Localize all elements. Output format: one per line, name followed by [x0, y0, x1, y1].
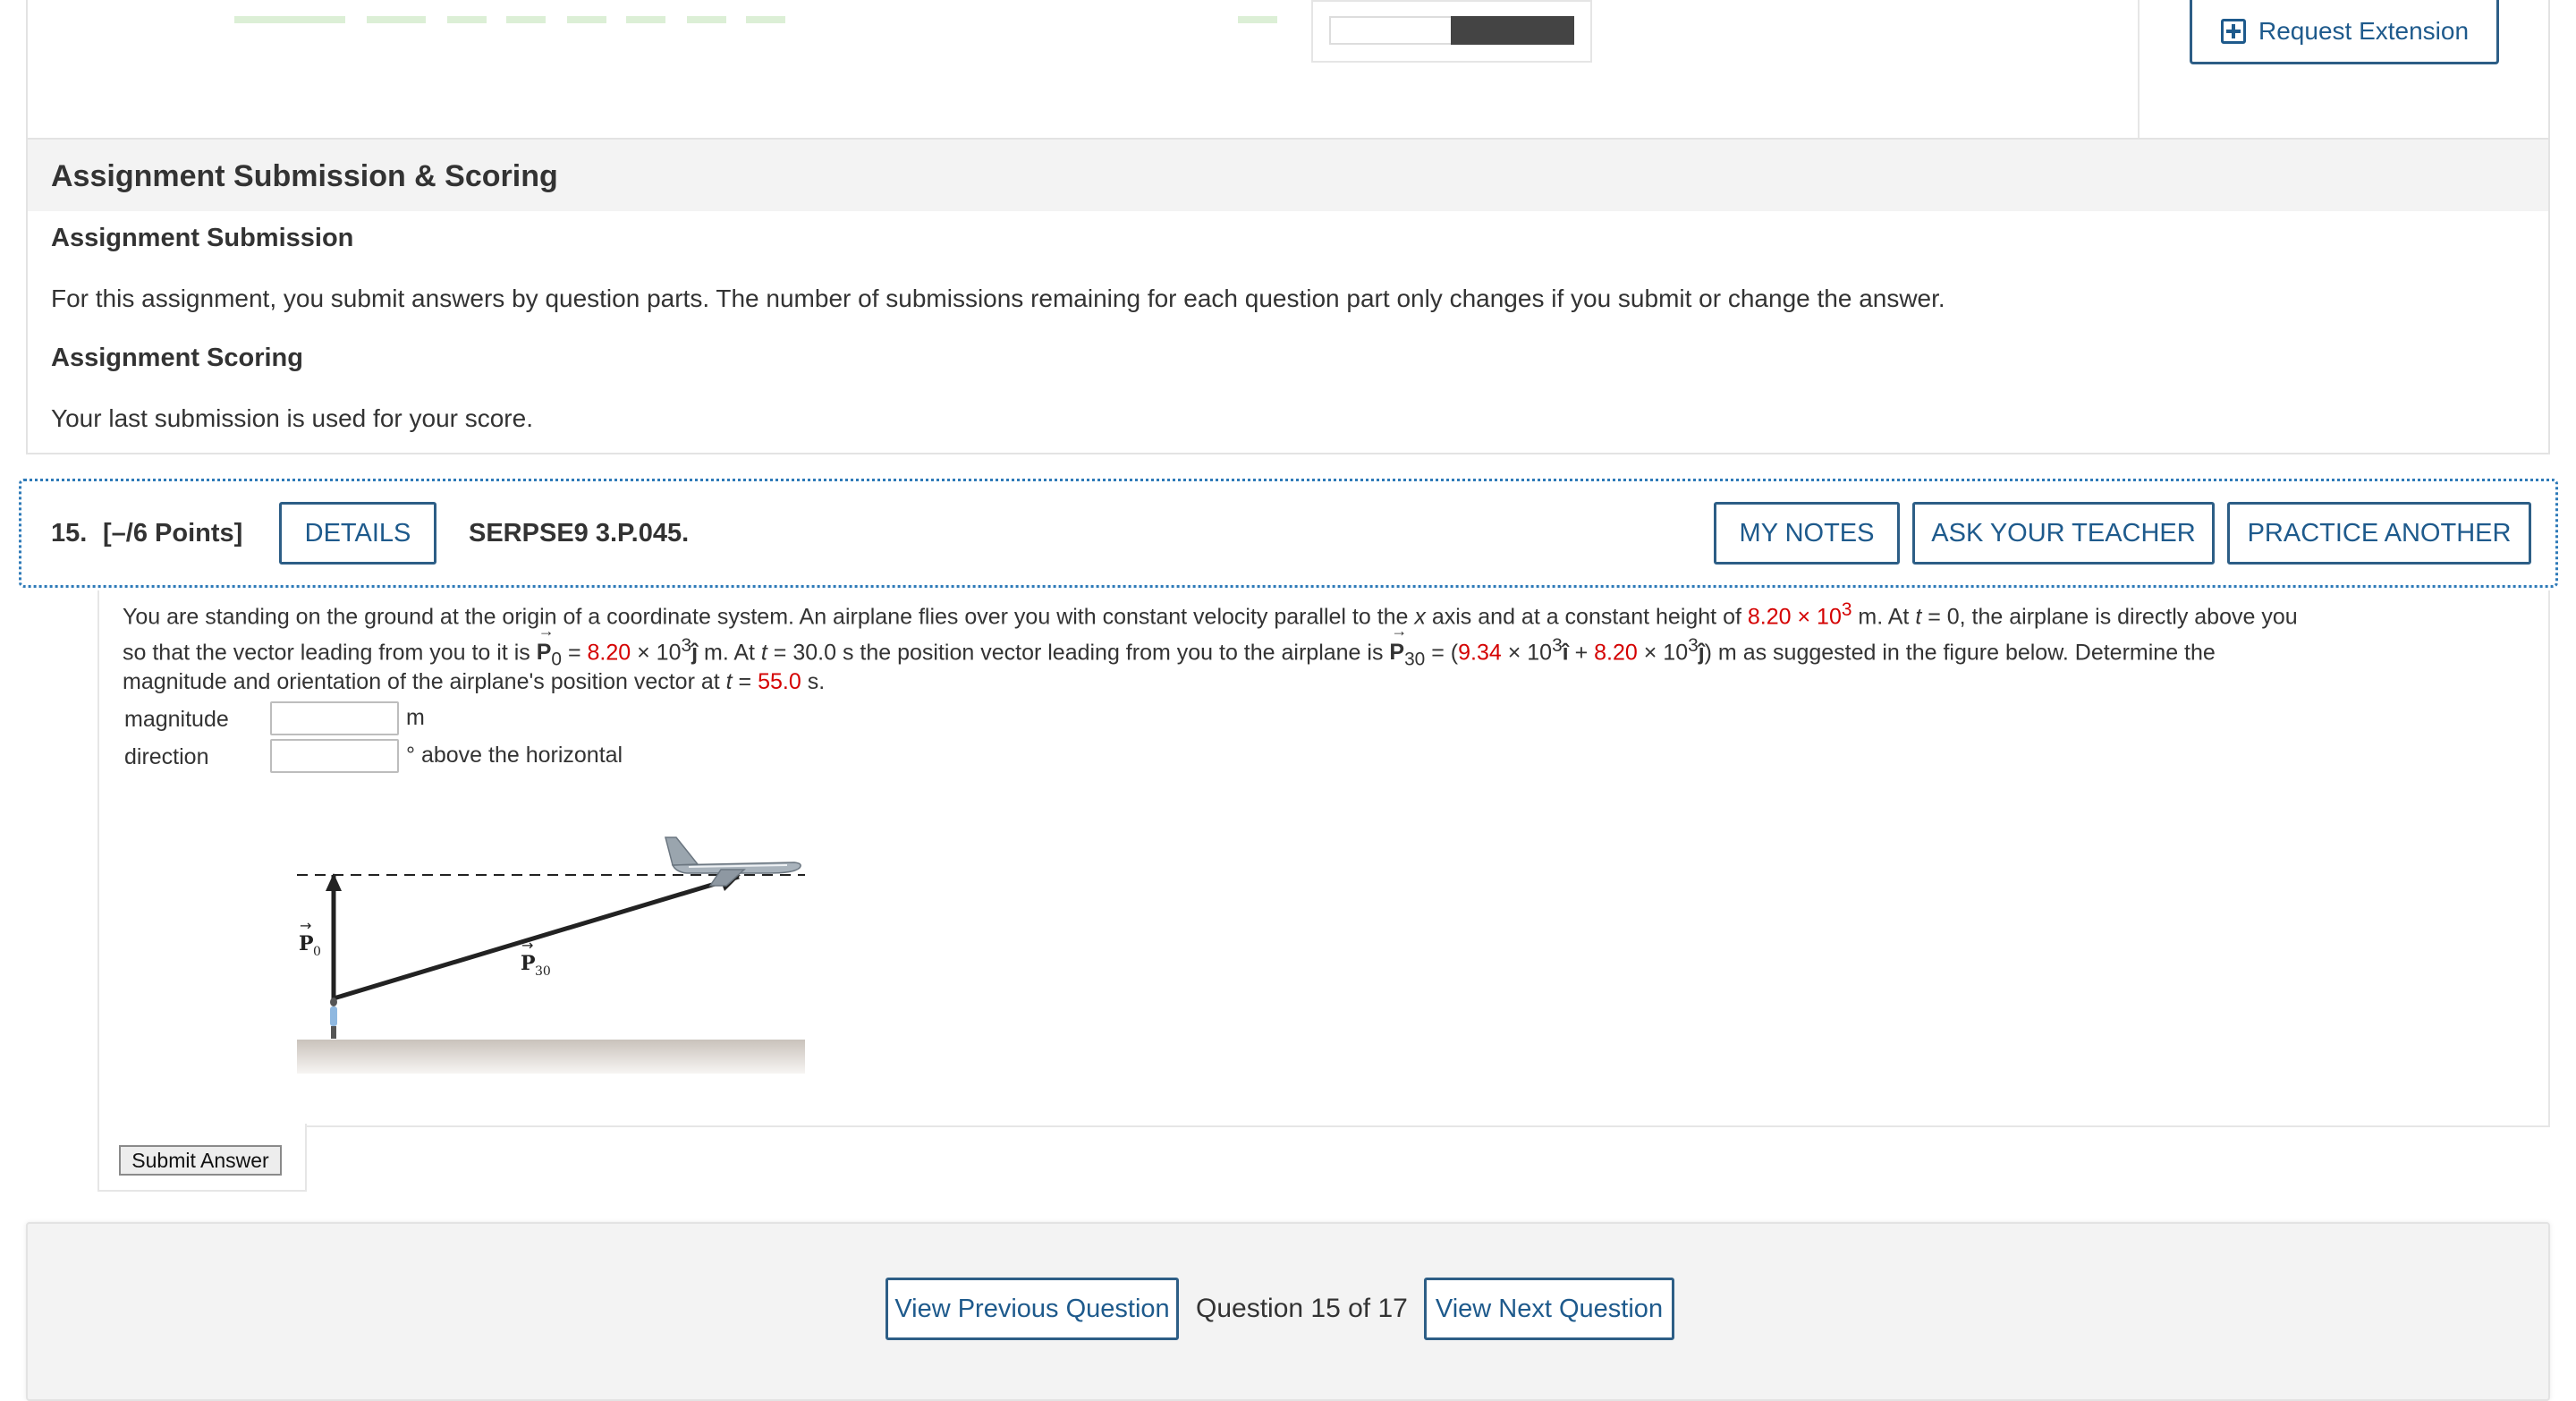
- p30-label: P: [521, 952, 536, 975]
- progress-segment: [506, 16, 546, 23]
- given-p0: 8.20: [587, 640, 631, 666]
- progress-segment: [1238, 16, 1277, 23]
- question-number: 15.: [51, 519, 88, 548]
- practice-another-button[interactable]: PRACTICE ANOTHER: [2227, 502, 2531, 565]
- scoring-heading: Assignment Scoring: [51, 344, 303, 372]
- progress-segment: [447, 16, 487, 23]
- p30-subscript: 30: [535, 964, 551, 979]
- p0-label: P: [299, 932, 314, 955]
- question-position: Question 15 of 17: [1196, 1294, 1408, 1323]
- question-points: [–/6 Points]: [103, 519, 243, 548]
- direction-input[interactable]: [270, 739, 399, 773]
- question-code: SERPSE9 3.P.045.: [469, 519, 690, 548]
- plus-square-icon: [2221, 18, 2246, 44]
- score-field: [1329, 16, 1453, 45]
- given-p30-x: 9.34: [1458, 640, 1502, 666]
- magnitude-label: magnitude: [124, 707, 229, 732]
- request-extension-label: Request Extension: [2258, 16, 2470, 45]
- question-text-line-2: so that the vector leading from you to i…: [123, 635, 2216, 670]
- question-text-line-1: You are standing on the ground at the or…: [123, 599, 2298, 630]
- given-height: 8.20: [1747, 604, 1792, 630]
- progress-segment: [367, 16, 426, 23]
- progress-segment: [626, 16, 665, 23]
- person-icon: [330, 998, 337, 1039]
- submit-answer-button[interactable]: Submit Answer: [119, 1145, 282, 1176]
- progress-segment: [567, 16, 606, 23]
- progress-segment: [746, 16, 785, 23]
- direction-label: direction: [124, 744, 209, 769]
- question-text-line-3: magnitude and orientation of the airplan…: [123, 669, 826, 694]
- given-p30-y: 8.20: [1594, 640, 1638, 666]
- request-extension-button[interactable]: Request Extension: [2190, 0, 2499, 64]
- ground: [297, 1040, 805, 1074]
- panel-divider: [2138, 0, 2140, 138]
- score-bar: [1451, 16, 1574, 45]
- p0-subscript: 0: [313, 945, 321, 959]
- ask-teacher-button[interactable]: ASK YOUR TEACHER: [1912, 502, 2215, 565]
- given-time: 55.0: [758, 669, 801, 694]
- view-next-question-button[interactable]: View Next Question: [1424, 1278, 1674, 1340]
- direction-unit: ° above the horizontal: [406, 743, 623, 768]
- airplane-icon: [665, 836, 801, 887]
- magnitude-unit: m: [406, 705, 425, 730]
- submission-text: For this assignment, you submit answers …: [51, 284, 1945, 312]
- view-previous-question-button[interactable]: View Previous Question: [886, 1278, 1179, 1340]
- progress-segment: [234, 16, 345, 23]
- scoring-text: Your last submission is used for your sc…: [51, 404, 533, 432]
- progress-segment: [687, 16, 726, 23]
- magnitude-input[interactable]: [270, 701, 399, 735]
- p0-vector-arrow: →: [300, 917, 311, 934]
- p30-vector: [333, 874, 740, 1001]
- p30-vector-arrow: →: [521, 937, 533, 954]
- submission-heading: Assignment Submission: [51, 224, 354, 252]
- section-title: Assignment Submission & Scoring: [51, 159, 558, 193]
- details-button[interactable]: DETAILS: [279, 502, 436, 565]
- position-vector-figure: P 0 → P 30 →: [297, 836, 805, 1074]
- my-notes-button[interactable]: MY NOTES: [1714, 502, 1900, 565]
